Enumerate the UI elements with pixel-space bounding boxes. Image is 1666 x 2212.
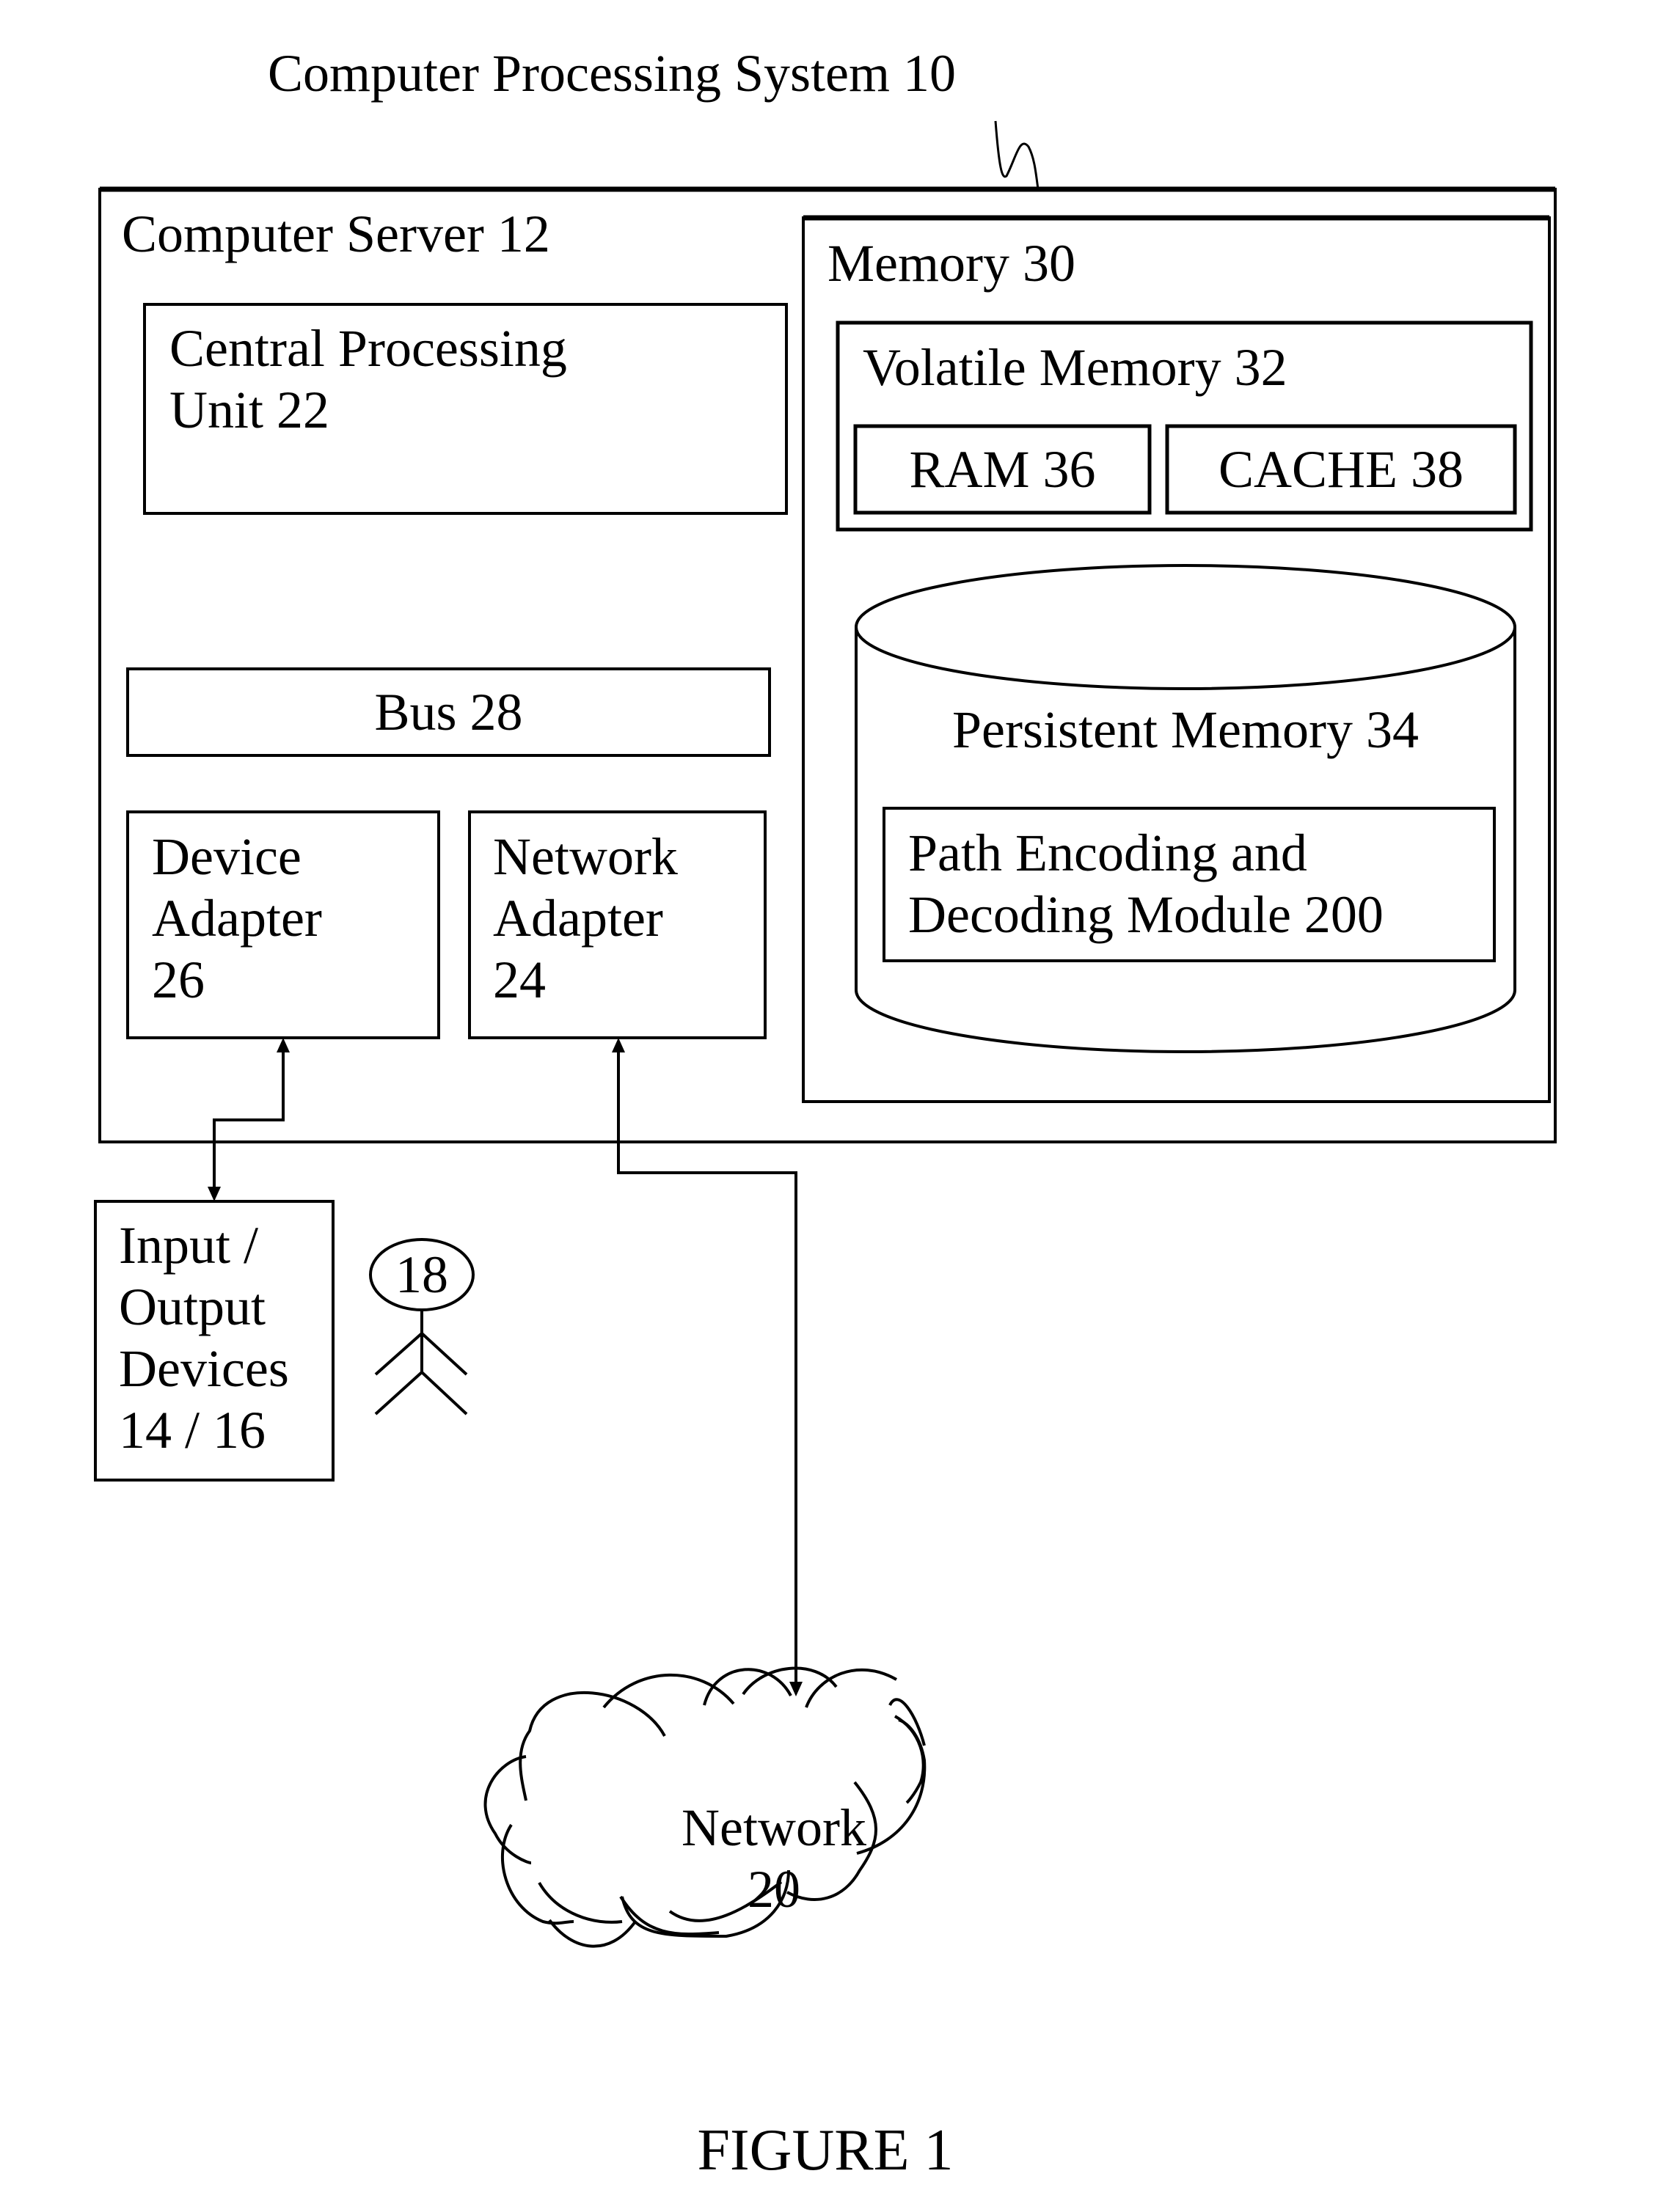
- device-adapter-io-connector: [208, 1038, 290, 1201]
- network-adapter-line2: Adapter: [493, 889, 663, 948]
- io-devices-line2: Output: [119, 1278, 266, 1336]
- network-label-line2: 20: [748, 1860, 800, 1919]
- network-adapter-line1: Network: [493, 827, 678, 886]
- device-adapter-line1: Device: [152, 827, 302, 886]
- io-devices-line4: 14 / 16: [119, 1401, 266, 1460]
- system-leader-line: [994, 120, 1040, 190]
- bus-label: Bus 28: [374, 683, 523, 741]
- io-devices-line1: Input /: [119, 1216, 258, 1275]
- ram-label: RAM 36: [909, 440, 1096, 499]
- user-label: 18: [395, 1245, 448, 1304]
- computer-server-label: Computer Server 12: [122, 205, 550, 263]
- network-label-line1: Network: [682, 1798, 866, 1857]
- device-adapter-line2: Adapter: [152, 889, 322, 948]
- volatile-memory-label: Volatile Memory 32: [863, 338, 1287, 397]
- device-adapter-line3: 26: [152, 951, 205, 1009]
- module-label-line2: Decoding Module 200: [908, 885, 1384, 944]
- io-devices-line3: Devices: [119, 1339, 289, 1398]
- memory-label: Memory 30: [827, 234, 1075, 293]
- persistent-memory-label: Persistent Memory 34: [952, 700, 1419, 759]
- cache-label: CACHE 38: [1218, 440, 1464, 499]
- cpu-label-line1: Central Processing: [169, 319, 567, 378]
- network-adapter-line3: 24: [493, 951, 546, 1009]
- network-adapter-network-connector: [612, 1038, 803, 1696]
- figure-caption: FIGURE 1: [697, 2118, 954, 2183]
- module-label-line1: Path Encoding and: [908, 824, 1307, 882]
- cpu-label-line2: Unit 22: [169, 381, 330, 439]
